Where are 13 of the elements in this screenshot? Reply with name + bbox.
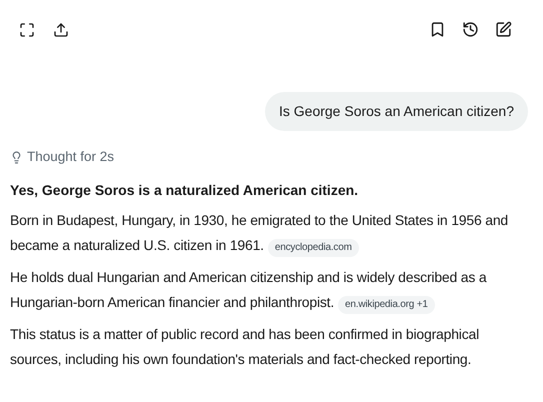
new-chat-button[interactable] — [494, 20, 513, 39]
user-message: Is George Soros an American citizen? — [264, 92, 528, 131]
fullscreen-button[interactable] — [18, 20, 36, 38]
answer-paragraph: He holds dual Hungarian and American citizenship and is widely described as a Hungarian-born American financier and philanthropist. en.wikipedia.org +1 — [10, 265, 533, 316]
answer-headline: Yes, George Soros is a naturalized American citizen. — [10, 181, 360, 200]
answer-paragraph: Born in Budapest, Hungary, in 1930, he emigrated to the United States in 1956 and became a naturalized U.S. citizen in 1961. encyclopedia.com — [10, 208, 533, 258]
lightbulb-icon — [10, 150, 23, 164]
history-button[interactable] — [461, 20, 480, 39]
thought-duration[interactable]: Thought for 2s — [27, 147, 114, 168]
source-link[interactable]: encyclopedia.com — [268, 239, 359, 258]
share-button[interactable] — [52, 20, 70, 38]
answer-paragraph: This status is a matter of public record and has been confirmed in biographical sources, including his own foundation's materials and fact-checked reporting. — [10, 325, 480, 370]
source-link[interactable]: en.wikipedia.org +1 — [338, 296, 435, 314]
